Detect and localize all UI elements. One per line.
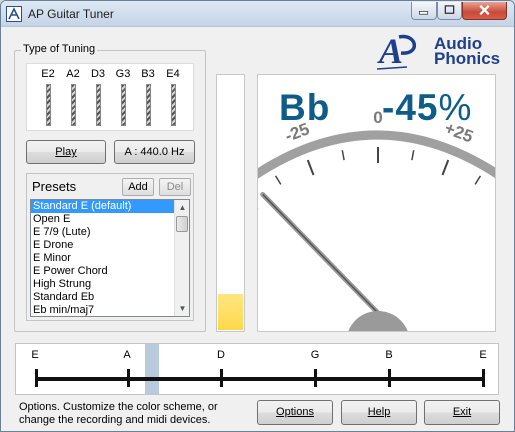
string-peg-6[interactable] — [171, 84, 176, 126]
input-level-meter — [216, 74, 245, 332]
scale-position-marker — [145, 344, 159, 394]
string-label-6: E4 — [166, 68, 180, 80]
input-level-fill — [218, 294, 243, 330]
strings-panel: E2 A2 D3 G3 B3 E4 — [26, 63, 194, 131]
preset-item[interactable]: E Power Chord — [31, 265, 189, 278]
help-button[interactable]: Help — [341, 400, 417, 425]
scale-tick — [220, 369, 223, 387]
scale-line — [36, 377, 485, 381]
tuning-group-title: Type of Tuning — [21, 43, 98, 55]
needle-pivot — [348, 311, 408, 331]
scroll-up-icon[interactable]: ▲ — [175, 200, 189, 215]
string-peg-4[interactable] — [121, 84, 126, 126]
preset-item[interactable]: Standard E (default) — [31, 200, 189, 213]
scale-tick — [314, 369, 317, 387]
preset-item[interactable]: Standard Eb — [31, 291, 189, 304]
maximize-icon — [444, 5, 455, 14]
note-readout: Bb — [279, 87, 331, 128]
gauge-tick — [274, 175, 282, 185]
maximize-button[interactable] — [437, 2, 462, 20]
minimize-button[interactable] — [411, 2, 437, 20]
close-button[interactable] — [462, 2, 507, 20]
play-button[interactable]: Play — [26, 140, 106, 164]
scroll-thumb[interactable] — [176, 216, 188, 232]
preset-item[interactable]: Eb min/maj7 — [31, 304, 189, 316]
cents-readout: -45% — [382, 87, 472, 129]
preset-item[interactable]: E Minor — [31, 252, 189, 265]
delete-preset-label: Del — [166, 181, 184, 193]
gauge-tick — [306, 159, 315, 176]
scale-note-4: G — [310, 349, 320, 361]
a-reference-label: A : 440.0 Hz — [124, 146, 185, 158]
scale-note-1: E — [31, 349, 39, 361]
string-label-4: G3 — [115, 68, 131, 80]
minimize-icon — [419, 11, 429, 15]
status-text: Options. Customize the color scheme, or … — [19, 401, 218, 426]
preset-item[interactable]: High Strung — [31, 278, 189, 291]
gauge-tick — [341, 150, 345, 161]
tuner-window: AP Guitar Tuner Type of Tuning E2 A2 D3 … — [0, 0, 515, 432]
a-reference-button[interactable]: A : 440.0 Hz — [114, 140, 195, 164]
presets-scrollbar[interactable]: ▲ ▼ — [174, 200, 189, 316]
scale-note-6: E — [479, 349, 487, 361]
percent-sign: % — [438, 87, 473, 128]
scale-note-2: A — [123, 349, 131, 361]
scale-note-5: B — [385, 349, 393, 361]
presets-panel: Presets Add Del Standard E (default) Ope… — [26, 173, 194, 321]
cents-value: -45 — [382, 87, 439, 128]
string-label-1: E2 — [41, 68, 55, 80]
preset-item[interactable]: E Drone — [31, 239, 189, 252]
logo-line2: Phonics — [434, 49, 501, 68]
add-preset-button[interactable]: Add — [122, 178, 154, 196]
string-peg-2[interactable] — [71, 84, 76, 126]
title-bar[interactable]: AP Guitar Tuner — [1, 1, 514, 27]
play-button-label: Play — [55, 146, 77, 158]
scale-note-3: D — [217, 349, 225, 361]
scale-tick — [127, 369, 130, 387]
add-preset-label: Add — [128, 181, 148, 193]
preset-item[interactable]: E 7/9 (Lute) — [31, 226, 189, 239]
scale-tick — [482, 369, 485, 387]
app-icon — [6, 6, 22, 22]
string-peg-3[interactable] — [96, 84, 101, 126]
string-label-5: B3 — [141, 68, 155, 80]
delete-preset-button[interactable]: Del — [159, 178, 191, 196]
presets-list[interactable]: Standard E (default) Open E E 7/9 (Lute)… — [30, 199, 190, 317]
gauge-needle-core — [262, 193, 379, 314]
help-label: Help — [367, 406, 391, 418]
window-title: AP Guitar Tuner — [28, 7, 114, 21]
string-label-2: A2 — [66, 68, 80, 80]
string-peg-5[interactable] — [146, 84, 151, 126]
presets-title: Presets — [32, 179, 77, 194]
gauge-tick — [411, 150, 415, 161]
options-button[interactable]: Options — [257, 400, 333, 425]
options-label: Options — [276, 406, 314, 418]
string-peg-1[interactable] — [46, 84, 51, 126]
gauge-tick — [474, 175, 482, 185]
scale-tick — [35, 369, 38, 387]
scroll-down-icon[interactable]: ▼ — [175, 301, 189, 316]
string-label-3: D3 — [90, 68, 106, 80]
gauge-tick — [441, 159, 450, 176]
string-scale: E A D G B E — [15, 343, 499, 395]
scale-tick — [388, 369, 391, 387]
preset-item[interactable]: Open E — [31, 213, 189, 226]
exit-button[interactable]: Exit — [424, 400, 500, 425]
exit-label: Exit — [452, 406, 472, 418]
close-icon — [479, 4, 490, 16]
